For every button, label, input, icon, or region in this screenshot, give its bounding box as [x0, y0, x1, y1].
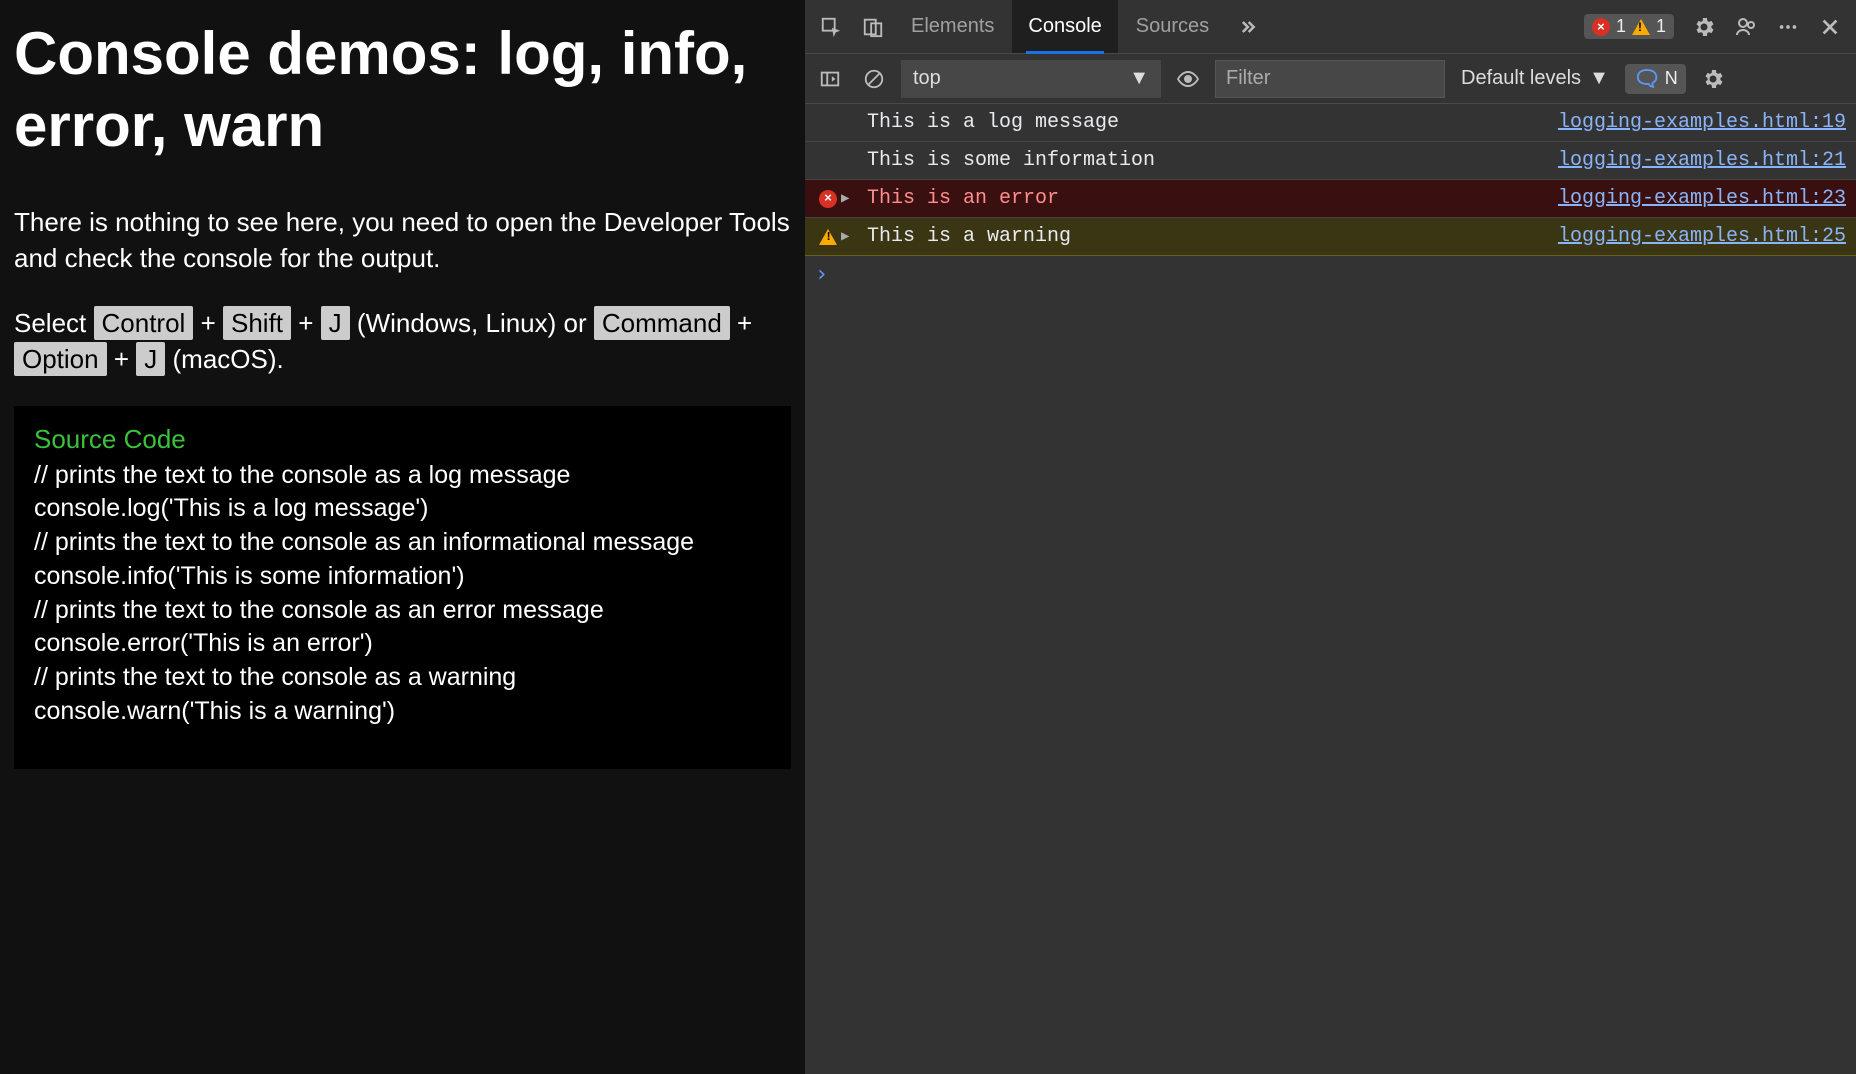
console-row-error[interactable]: × ▶ This is an error logging-examples.ht… [805, 180, 1856, 218]
console-row-log[interactable]: This is a log message logging-examples.h… [805, 104, 1856, 142]
chevron-down-icon: ▼ [1129, 67, 1149, 90]
settings-icon[interactable] [1684, 7, 1724, 47]
log-source-link[interactable]: logging-examples.html:21 [1558, 149, 1846, 172]
tab-elements[interactable]: Elements [895, 0, 1010, 53]
close-devtools-icon[interactable] [1810, 7, 1850, 47]
context-label: top [913, 67, 941, 90]
live-expression-icon[interactable] [1171, 62, 1205, 96]
log-levels-selector[interactable]: Default levels ▼ [1455, 67, 1615, 90]
error-count: 1 [1616, 16, 1626, 37]
kbd-command: Command [594, 306, 730, 340]
text: + [298, 308, 320, 338]
page-intro: There is nothing to see here, you need t… [14, 204, 791, 277]
kbd-option: Option [14, 342, 107, 376]
chevron-down-icon: ▼ [1589, 67, 1609, 90]
tab-label: Sources [1136, 15, 1209, 38]
console-toolbar: top ▼ Default levels ▼ 🗨 N [805, 54, 1856, 104]
source-code-box: Source Code // prints the text to the co… [14, 406, 791, 769]
log-source-link[interactable]: logging-examples.html:23 [1558, 187, 1846, 210]
sidebar-toggle-icon[interactable] [813, 62, 847, 96]
warning-icon [815, 229, 841, 245]
demo-page: Console demos: log, info, error, warn Th… [0, 0, 805, 1074]
source-code-title: Source Code [34, 424, 771, 455]
device-toolbar-icon[interactable] [853, 7, 893, 47]
console-row-warn[interactable]: ▶ This is a warning logging-examples.htm… [805, 218, 1856, 256]
context-selector[interactable]: top ▼ [901, 60, 1161, 98]
kbd-shift: Shift [223, 306, 291, 340]
warn-count-icon [1632, 19, 1650, 35]
log-message: This is a log message [841, 111, 1558, 134]
prompt-chevron-icon: › [815, 262, 828, 287]
tab-label: Elements [911, 15, 994, 38]
expand-arrow-icon[interactable]: ▶ [841, 228, 861, 245]
text: + [114, 344, 136, 374]
log-source-link[interactable]: logging-examples.html:19 [1558, 111, 1846, 134]
account-icon[interactable] [1726, 7, 1766, 47]
tab-console[interactable]: Console [1012, 0, 1117, 53]
tab-sources[interactable]: Sources [1120, 0, 1225, 53]
tab-label: Console [1028, 15, 1101, 38]
devtools-panel: Elements Console Sources × 1 1 [805, 0, 1856, 1074]
console-row-info[interactable]: This is some information logging-example… [805, 142, 1856, 180]
console-settings-icon[interactable] [1696, 62, 1730, 96]
source-code-content: // prints the text to the console as a l… [34, 459, 771, 729]
status-chip[interactable]: × 1 1 [1584, 14, 1674, 39]
page-title: Console demos: log, info, error, warn [14, 18, 791, 162]
error-count-icon: × [1592, 18, 1610, 36]
text: (Windows, Linux) or [357, 308, 594, 338]
log-message: This is some information [841, 149, 1558, 172]
text: (macOS). [173, 344, 284, 374]
console-output: This is a log message logging-examples.h… [805, 104, 1856, 292]
kbd-j: J [321, 306, 350, 340]
console-prompt[interactable]: › [805, 256, 1856, 292]
devtools-tabbar: Elements Console Sources × 1 1 [805, 0, 1856, 54]
log-message: This is a warning [861, 225, 1558, 248]
filter-input[interactable] [1215, 60, 1445, 98]
more-tabs-icon[interactable] [1227, 7, 1267, 47]
expand-arrow-icon[interactable]: ▶ [841, 190, 861, 207]
warn-count: 1 [1656, 16, 1666, 37]
text: + [201, 308, 223, 338]
log-source-link[interactable]: logging-examples.html:25 [1558, 225, 1846, 248]
issues-chip[interactable]: 🗨 N [1625, 64, 1686, 94]
text: + [737, 308, 752, 338]
kbd-control: Control [94, 306, 194, 340]
levels-label: Default levels [1461, 67, 1581, 90]
issues-label: N [1665, 68, 1678, 89]
text: Select [14, 308, 94, 338]
more-options-icon[interactable] [1768, 7, 1808, 47]
issues-icon: 🗨 [1633, 66, 1661, 92]
log-message: This is an error [861, 187, 1558, 210]
clear-console-icon[interactable] [857, 62, 891, 96]
inspect-element-icon[interactable] [811, 7, 851, 47]
error-icon: × [815, 190, 841, 208]
kbd-j-mac: J [136, 342, 165, 376]
shortcuts-paragraph: Select Control + Shift + J (Windows, Lin… [14, 305, 791, 378]
